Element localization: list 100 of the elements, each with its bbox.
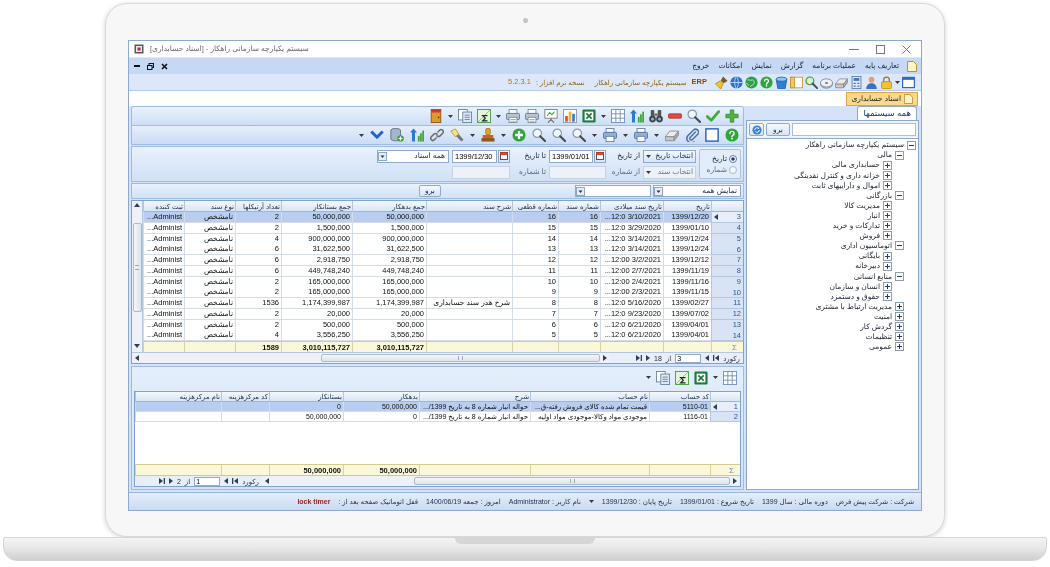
panel-tab[interactable]: همه سیستمها [857, 106, 917, 120]
globe-icon[interactable] [745, 75, 758, 89]
spreadsheet-icon[interactable] [694, 370, 708, 385]
eraser-icon[interactable] [835, 75, 848, 89]
bucket-icon[interactable] [775, 75, 788, 89]
paperclip-icon[interactable] [685, 128, 699, 142]
database-add-icon[interactable] [390, 128, 404, 142]
printer-icon[interactable] [603, 128, 617, 142]
bar-triangle-left-icon[interactable] [713, 355, 720, 361]
search-icon[interactable] [572, 128, 586, 142]
caret-down-icon[interactable] [470, 133, 475, 137]
plus-box-icon[interactable] [883, 201, 892, 211]
calculator-icon[interactable] [850, 75, 863, 89]
plus-circle-icon[interactable] [512, 128, 526, 142]
plus-box-icon[interactable] [883, 231, 892, 241]
triangle-left-icon[interactable] [224, 478, 229, 484]
table-grid-icon[interactable] [723, 370, 737, 385]
caret-down-icon[interactable] [713, 376, 718, 379]
triangle-right-icon[interactable] [646, 355, 651, 361]
sheet-sum-icon[interactable] [675, 370, 689, 385]
plus-box-icon[interactable] [883, 180, 892, 190]
plus-box-icon[interactable] [883, 251, 892, 261]
search-icon[interactable] [805, 75, 818, 89]
caret-down-icon[interactable] [359, 133, 364, 137]
search-icon[interactable] [532, 128, 546, 142]
plus-box-icon[interactable] [895, 302, 904, 312]
close-icon[interactable] [161, 62, 168, 70]
minus-box-icon[interactable] [895, 241, 904, 251]
minus-box-icon[interactable] [895, 271, 904, 281]
binoculars-icon[interactable] [649, 109, 663, 123]
bar-triangle-left-icon[interactable] [232, 478, 239, 484]
triangle-left-icon[interactable] [135, 355, 139, 361]
table-grid-icon[interactable] [611, 109, 625, 123]
arrow-up-bars-icon[interactable] [410, 128, 424, 142]
restore-icon[interactable] [147, 62, 154, 70]
printer-icon[interactable] [634, 128, 648, 142]
caret-down-icon[interactable] [496, 114, 501, 118]
printer-icon[interactable] [525, 109, 539, 123]
triangle-left-icon[interactable] [705, 355, 710, 361]
help-icon[interactable] [725, 128, 739, 142]
number-field[interactable] [549, 165, 606, 179]
door-icon[interactable] [429, 109, 443, 123]
bar-chart-icon[interactable] [563, 109, 577, 123]
triangle-right-icon[interactable] [168, 478, 173, 484]
triangle-bar-right-icon[interactable] [158, 478, 165, 484]
caret-down-icon[interactable] [895, 80, 900, 84]
calendar-button[interactable] [594, 149, 606, 163]
chevron-down-icon[interactable] [370, 128, 384, 142]
scrollbar-thumb[interactable] [132, 223, 142, 312]
stamp-icon[interactable] [481, 128, 495, 142]
number-field[interactable] [452, 165, 510, 179]
triangle-right-icon[interactable] [733, 478, 737, 484]
plus-box-icon[interactable] [895, 322, 904, 332]
maximize-icon[interactable] [876, 44, 885, 54]
documents-icon[interactable] [656, 370, 670, 385]
help-icon[interactable] [760, 75, 773, 89]
window-icon[interactable] [902, 75, 915, 89]
caret-down-icon[interactable] [448, 114, 453, 118]
arrow-up-bars-icon[interactable] [630, 109, 644, 123]
plus-box-icon[interactable] [883, 291, 892, 301]
square-icon[interactable] [705, 128, 719, 142]
triangle-bar-right-icon[interactable] [636, 355, 643, 361]
radio-icon[interactable] [729, 154, 737, 163]
documents-icon[interactable] [458, 109, 472, 123]
triangle-down-icon[interactable] [134, 344, 140, 348]
caret-down-icon[interactable] [592, 133, 597, 137]
printer-icon[interactable] [506, 109, 520, 123]
plus-box-icon[interactable] [895, 332, 904, 342]
plus-box-icon[interactable] [895, 312, 904, 322]
caret-down-icon[interactable] [654, 133, 659, 137]
flashlight-icon[interactable] [450, 128, 464, 142]
search-icon[interactable] [687, 109, 701, 123]
caret-down-icon[interactable] [646, 376, 651, 379]
caret-down-icon[interactable] [601, 114, 606, 118]
refresh-button[interactable] [749, 123, 764, 136]
plus-box-icon[interactable] [883, 221, 892, 231]
search-field[interactable] [792, 123, 916, 136]
search-icon[interactable] [552, 128, 566, 142]
scrollbar-thumb[interactable] [321, 354, 600, 362]
chain-link-icon[interactable] [430, 128, 444, 142]
plus-box-icon[interactable] [883, 261, 892, 271]
minus-box-icon[interactable] [895, 150, 904, 160]
radio-icon[interactable] [729, 165, 737, 174]
eraser-icon[interactable] [665, 128, 679, 142]
sheet-sum-icon[interactable] [477, 109, 491, 123]
broom-icon[interactable] [715, 75, 728, 89]
globe-icon[interactable] [730, 75, 743, 89]
presentation-board-icon[interactable] [544, 109, 558, 123]
calendar-button[interactable] [498, 149, 510, 163]
horizontal-scrollbar[interactable] [132, 353, 610, 363]
checkmark-icon[interactable] [706, 109, 720, 123]
plus-box-icon[interactable] [883, 211, 892, 221]
triangle-up-icon[interactable] [134, 203, 140, 207]
horizontal-scrollbar[interactable] [262, 476, 740, 486]
spreadsheet-icon[interactable] [582, 109, 596, 123]
caret-down-icon[interactable] [646, 154, 651, 158]
document-icon[interactable] [907, 60, 917, 72]
triangle-right-icon[interactable] [603, 355, 607, 361]
triangle-left-icon[interactable] [265, 478, 269, 484]
minimize-icon[interactable] [849, 48, 859, 50]
